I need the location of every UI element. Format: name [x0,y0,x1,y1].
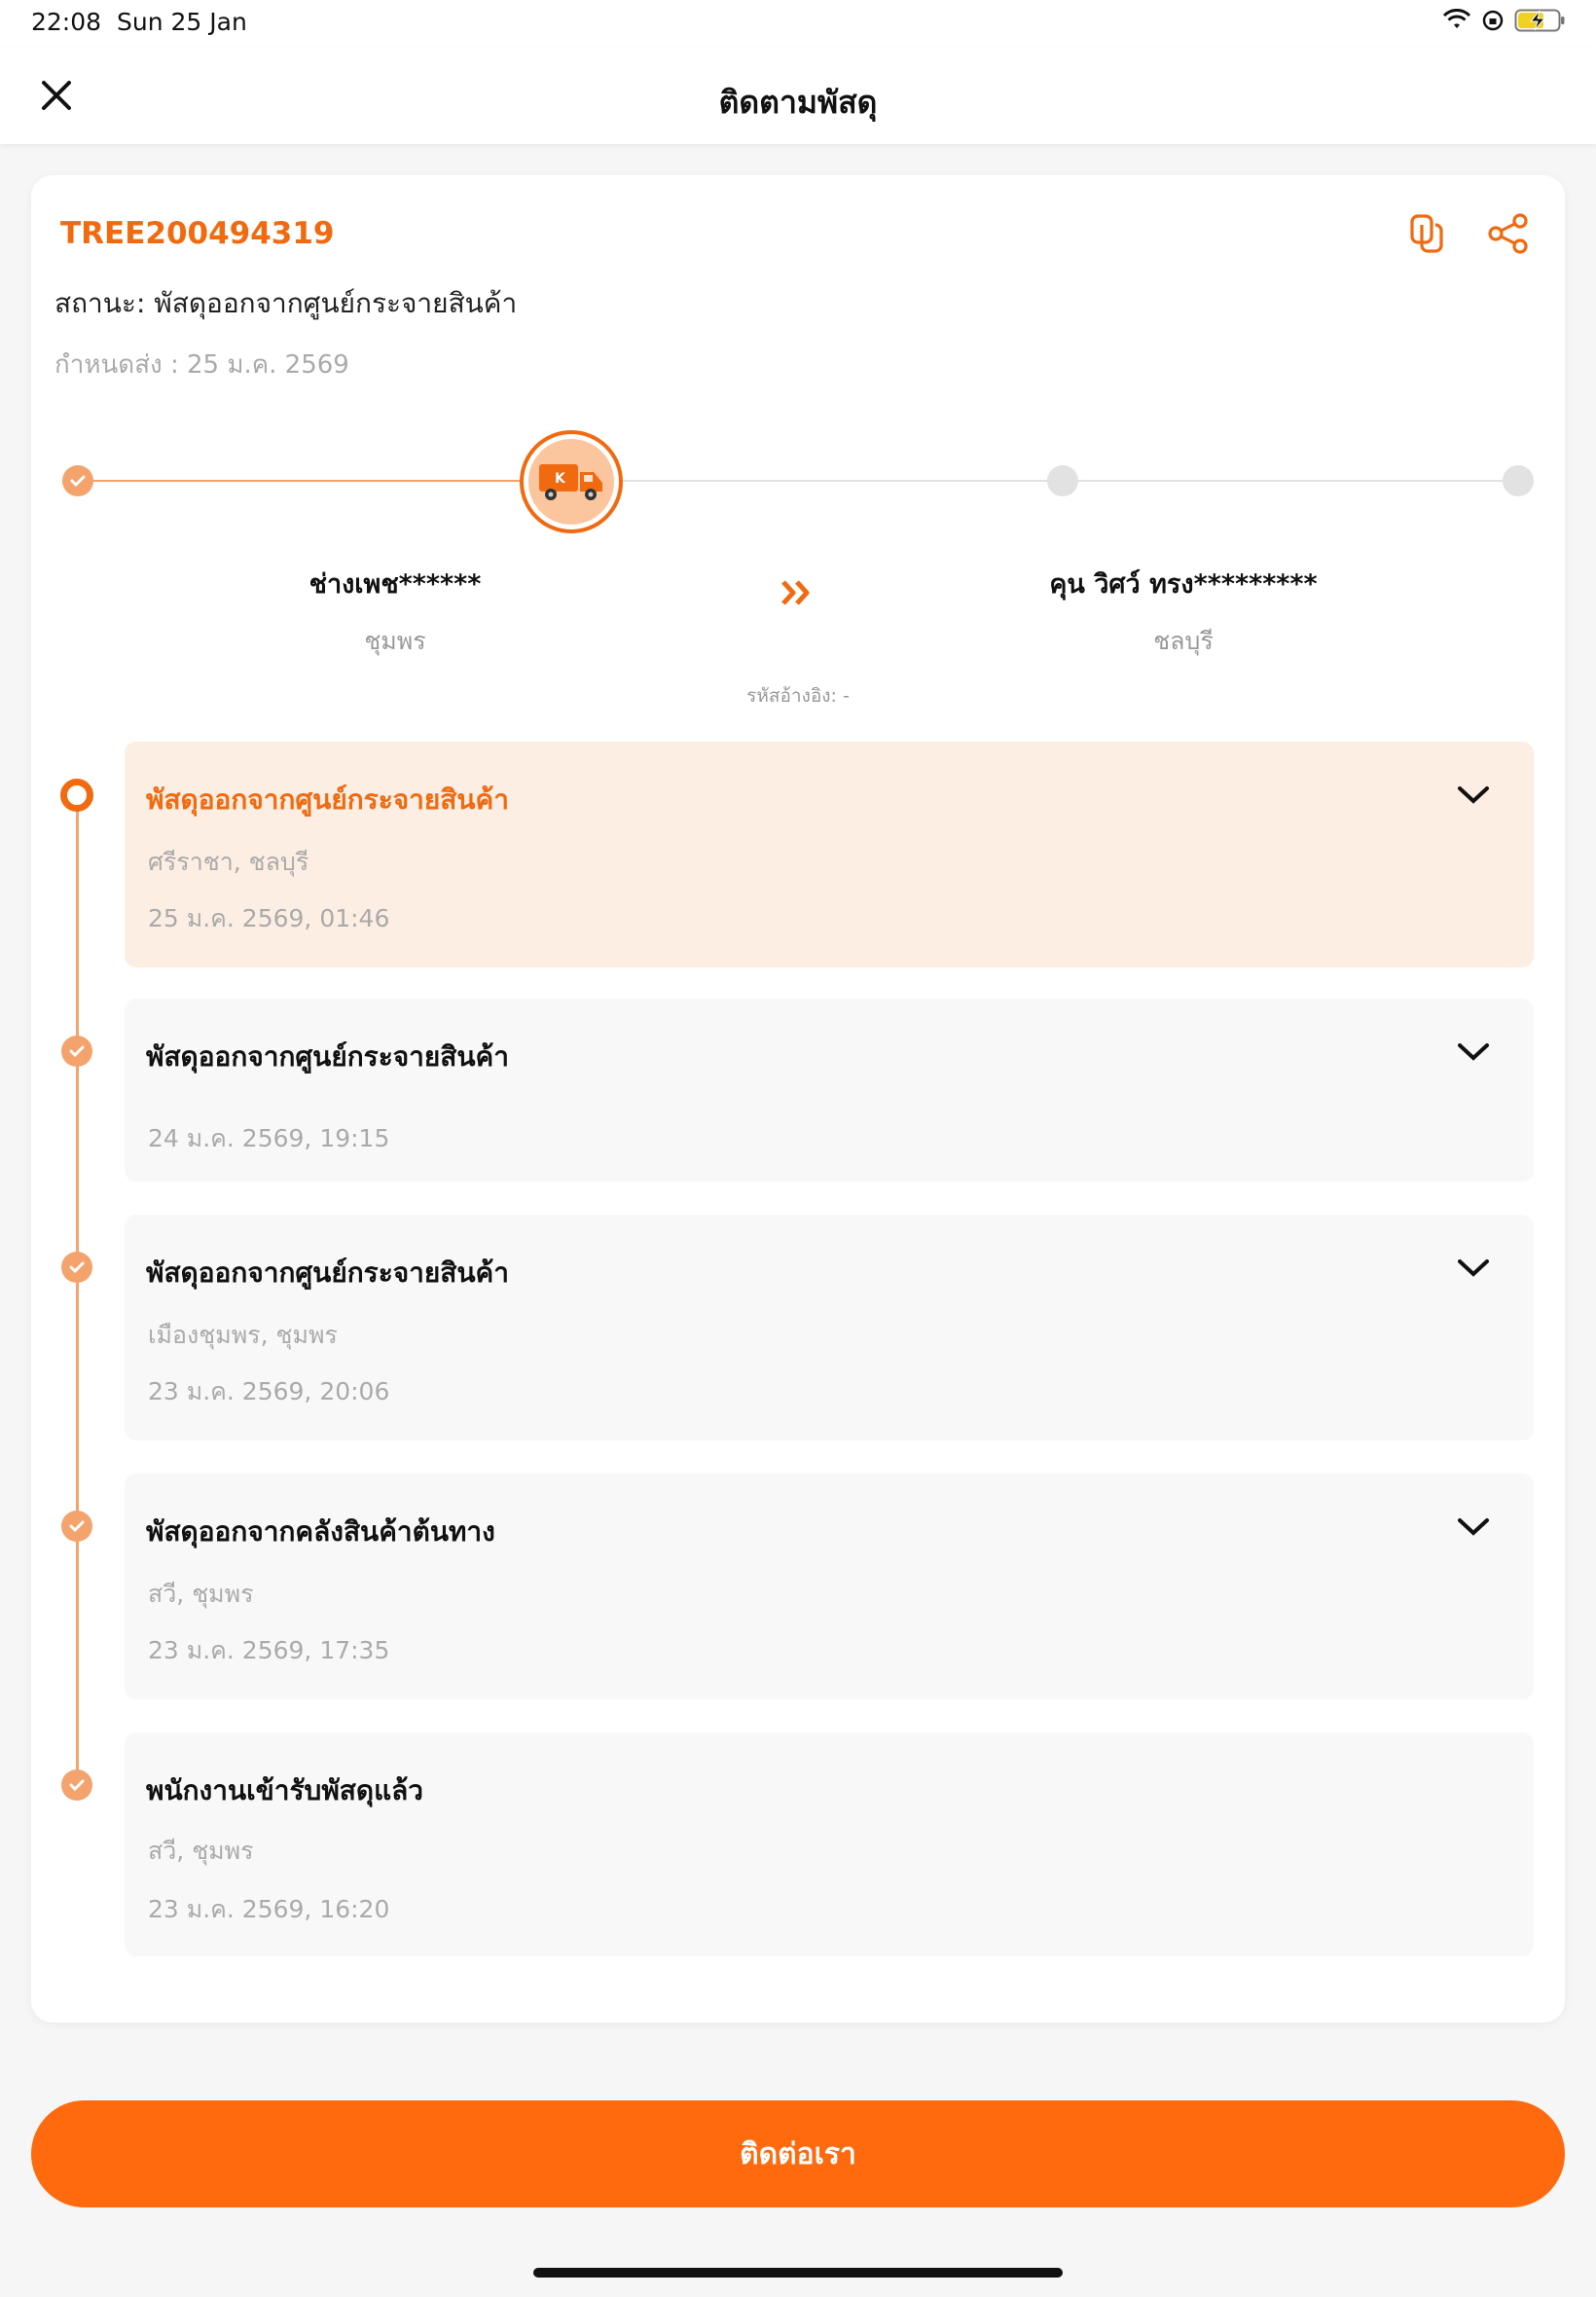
event-time: 24 ม.ค. 2569, 19:15 [148,1124,390,1152]
share-icon [1488,213,1528,254]
timeline-dot [61,1036,92,1067]
sender-name: ช่างเพช****** [308,569,482,600]
timeline-dot [61,1769,92,1801]
progress-tracker: K [31,419,1565,545]
step-picked-up-dot [62,465,93,496]
parcel-status: สถานะ: พัสดุออกจากศูนย์กระจายสินค้า [54,287,518,319]
chevron-down-icon[interactable] [1454,1513,1493,1542]
chevron-down-icon[interactable] [1454,781,1493,810]
check-icon [69,1520,85,1533]
event-location: สวี, ชุมพร [148,1837,254,1865]
check-icon [70,475,86,488]
top-nav-bar: ติดตามพัสดุ [0,49,1596,144]
truck-icon: K [539,464,602,500]
check-icon [69,1779,85,1792]
step-delivered-dot [1503,465,1534,496]
event-location: สวี, ชุมพร [148,1580,254,1608]
share-button[interactable] [1487,212,1530,255]
double-chevron-right-icon [780,578,814,611]
receiver-name: คุน วิศว์ ทรง********* [1049,569,1318,600]
status-date: Sun 25 Jan [117,8,247,36]
event-location: ศรีราชา, ชลบุรี [148,848,309,876]
event-title: พนักงานเข้ารับพัสดุแล้ว [146,1774,423,1806]
svg-text:K: K [555,471,566,487]
chevron-down-icon[interactable] [1454,1254,1493,1283]
event-time: 25 ม.ค. 2569, 01:46 [148,904,390,932]
event-title: พัสดุออกจากคลังสินค้าต้นทาง [146,1515,495,1548]
card-actions [1405,212,1530,255]
receiver-province: ชลบุรี [1153,627,1214,655]
check-icon [69,1045,85,1058]
event-title: พัสดุออกจากศูนย์กระจายสินค้า [146,1257,509,1289]
timeline-line [76,794,79,1777]
reference-code: รหัสอ้างอิง: - [746,685,850,707]
timeline-event[interactable]: พัสดุออกจากศูนย์กระจายสินค้า เมืองชุมพร,… [125,1215,1534,1440]
event-location: เมืองชุมพร, ชุมพร [148,1321,338,1349]
event-title: พัสดุออกจากศูนย์กระจายสินค้า [146,1040,509,1073]
timeline-dot [61,1252,92,1283]
copy-button[interactable] [1405,212,1448,255]
timeline-event[interactable]: พัสดุออกจากศูนย์กระจายสินค้า 24 ม.ค. 256… [125,999,1534,1182]
sender-province: ชุมพร [364,627,426,655]
event-title: พัสดุออกจากศูนย์กระจายสินค้า [146,784,509,816]
orientation-lock-icon [1482,10,1504,31]
status-time: 22:08 [31,8,102,36]
status-icons [1442,8,1567,33]
step-in-transit-dot: K [520,430,623,533]
progress-line-done [78,480,584,482]
timeline-event[interactable]: พัสดุออกจากคลังสินค้าต้นทาง สวี, ชุมพร 2… [125,1474,1534,1699]
check-icon [69,1261,85,1274]
timeline-dot-current [60,779,93,812]
wifi-icon [1442,9,1471,28]
event-time: 23 ม.ค. 2569, 17:35 [148,1636,390,1664]
contact-us-button[interactable]: ติดต่อเรา [31,2100,1565,2207]
status-bar: 22:08 Sun 25 Jan [0,0,1596,49]
battery-charging-icon [1514,9,1565,32]
timeline-event[interactable]: พนักงานเข้ารับพัสดุแล้ว สวี, ชุมพร 23 ม.… [125,1732,1534,1956]
receiver-info: คุน วิศว์ ทรง********* ชลบุรี [940,563,1427,661]
event-time: 23 ม.ค. 2569, 20:06 [148,1377,390,1405]
step-out-for-delivery-dot [1047,465,1078,496]
chevron-down-icon[interactable] [1454,1038,1493,1067]
timeline-event[interactable]: พัสดุออกจากศูนย์กระจายสินค้า ศรีราชา, ชล… [125,742,1534,967]
tracking-number: TREE200494319 [60,216,335,251]
home-indicator[interactable] [533,2268,1063,2278]
sender-info: ช่างเพช****** ชุมพร [152,563,638,661]
timeline-dot [61,1511,92,1542]
copy-icon [1410,214,1443,253]
event-time: 23 ม.ค. 2569, 16:20 [148,1895,390,1923]
delivery-due-date: กำหนดส่ง : 25 ม.ค. 2569 [54,350,349,380]
page-title: ติดตามพัสดุ [718,84,878,121]
parcel-card: TREE200494319 สถานะ: พัสดุออกจากศูนย์กระ… [31,175,1565,2023]
